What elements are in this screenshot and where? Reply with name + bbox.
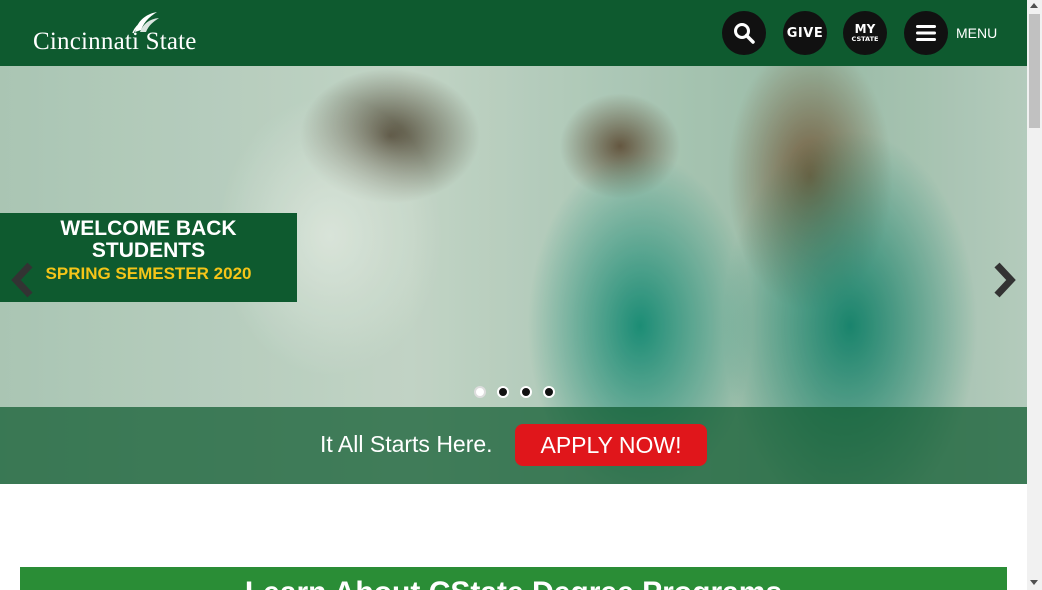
apply-bar: It All Starts Here. APPLY NOW! xyxy=(0,407,1027,484)
hero-carousel: WELCOME BACK STUDENTS SPRING SEMESTER 20… xyxy=(0,66,1027,484)
mycstate-label-top: MY xyxy=(854,22,876,37)
tagline: It All Starts Here. xyxy=(320,431,493,457)
scroll-down-arrow-icon[interactable] xyxy=(1030,580,1038,585)
chevron-right-icon xyxy=(994,262,1016,298)
welcome-line-1: WELCOME BACK xyxy=(60,217,237,240)
chevron-left-icon xyxy=(11,262,33,298)
welcome-line-2: STUDENTS xyxy=(91,239,206,262)
page-scrollbar[interactable] xyxy=(1027,0,1042,590)
carousel-dot-1[interactable] xyxy=(474,386,486,398)
carousel-dot-4[interactable] xyxy=(543,386,555,398)
mycstate-label: MY CSTATE xyxy=(852,23,879,43)
carousel-next-button[interactable] xyxy=(991,261,1019,299)
scroll-up-arrow-icon[interactable] xyxy=(1030,3,1038,8)
welcome-line-3: SPRING SEMESTER 2020 xyxy=(45,264,252,283)
page: Cincinnati State GIVE MY CSTATE MENU WEL… xyxy=(0,0,1042,590)
carousel-dot-2[interactable] xyxy=(497,386,509,398)
cincinnati-state-logo[interactable]: Cincinnati State xyxy=(33,10,196,56)
welcome-banner[interactable]: WELCOME BACK STUDENTS SPRING SEMESTER 20… xyxy=(0,213,297,302)
mycstate-button[interactable]: MY CSTATE xyxy=(843,11,887,55)
menu-label[interactable]: MENU xyxy=(956,25,997,41)
scrollbar-thumb[interactable] xyxy=(1029,14,1040,128)
apply-now-button[interactable]: APPLY NOW! xyxy=(515,424,707,466)
menu-button[interactable] xyxy=(904,11,948,55)
degree-programs-title: Learn About CState Degree Programs xyxy=(20,576,1007,590)
hamburger-icon xyxy=(916,25,936,41)
degree-programs-banner: Learn About CState Degree Programs xyxy=(20,567,1007,590)
give-button[interactable]: GIVE xyxy=(783,11,827,55)
give-label: GIVE xyxy=(786,25,824,41)
site-header: Cincinnati State GIVE MY CSTATE MENU xyxy=(0,0,1027,66)
search-button[interactable] xyxy=(722,11,766,55)
logo-text: Cincinnati State xyxy=(33,28,197,55)
carousel-prev-button[interactable] xyxy=(8,261,36,299)
search-icon xyxy=(734,23,755,44)
carousel-dot-3[interactable] xyxy=(520,386,532,398)
carousel-indicators xyxy=(474,386,555,398)
mycstate-label-bottom: CSTATE xyxy=(851,35,879,44)
